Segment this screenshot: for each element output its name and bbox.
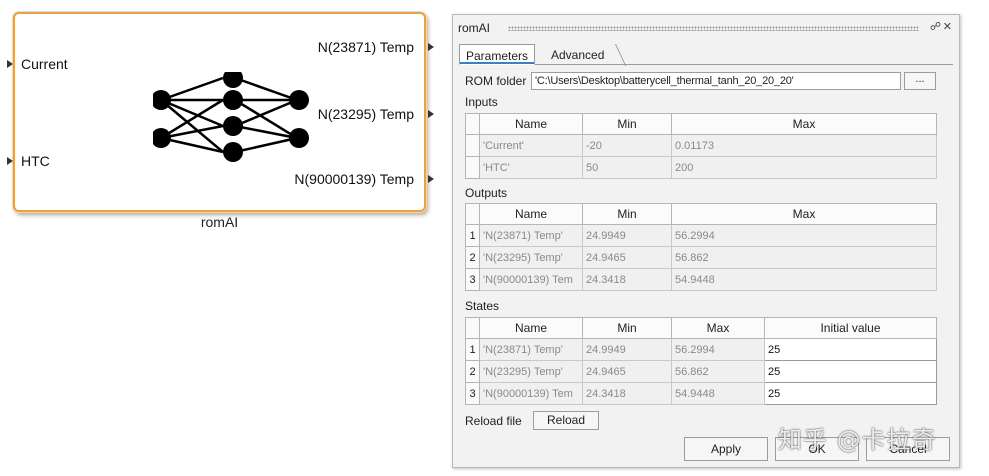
column-header-max: Max — [671, 203, 937, 225]
row-number — [465, 134, 480, 157]
row-number: 1 — [465, 224, 480, 247]
table-row: 1 'N(23871) Temp' 24.9949 56.2994 25 — [465, 338, 937, 361]
states-section-label: States — [465, 299, 500, 313]
initial-value-input[interactable]: 25 — [764, 382, 937, 405]
output-port-2[interactable] — [428, 110, 434, 118]
input-port-current[interactable] — [7, 60, 13, 68]
output-label-1: N(23871) Temp — [317, 39, 414, 55]
input-port-htc[interactable] — [7, 157, 13, 165]
reload-button[interactable]: Reload — [533, 411, 599, 430]
cell-min: 24.9949 — [582, 338, 672, 361]
table-row: 'Current' -20 0.01173 — [465, 134, 937, 157]
cell-name: 'N(23871) Temp' — [479, 224, 583, 247]
apply-button[interactable]: Apply — [684, 437, 768, 461]
rom-folder-input[interactable]: 'C:\Users\Desktop\batterycell_thermal_ta… — [531, 72, 901, 90]
output-label-3: N(90000139) Temp — [294, 171, 414, 187]
watermark-text: 知乎 @卡拉奇 — [778, 426, 937, 454]
close-icon[interactable]: ✕ — [943, 21, 952, 33]
cell-min: 50 — [582, 156, 672, 179]
output-label-2: N(23295) Temp — [317, 106, 414, 122]
column-header-name: Name — [479, 317, 583, 339]
screen: Current HTC N(23871) Temp N(23295) Temp … — [0, 0, 989, 476]
cell-max: 54.9448 — [671, 382, 765, 405]
cell-name: 'Current' — [479, 134, 583, 157]
tab-bar: Parameters Advanced — [459, 44, 953, 65]
table-row: 3 'N(90000139) Tem 24.3418 54.9448 — [465, 268, 937, 291]
output-port-1[interactable] — [428, 43, 434, 51]
table-row: 3 'N(90000139) Tem 24.3418 54.9448 25 — [465, 382, 937, 405]
neural-network-icon — [153, 72, 309, 162]
cell-name: 'N(90000139) Tem — [479, 382, 583, 405]
input-label-htc: HTC — [21, 153, 50, 169]
cell-max: 200 — [671, 156, 937, 179]
tab-advanced[interactable]: Advanced — [545, 44, 610, 65]
row-number: 3 — [465, 382, 480, 405]
column-header-min: Min — [582, 203, 672, 225]
block-name-label: romAI — [200, 214, 239, 230]
romai-dialog: romAI ☍ ✕ Parameters Advanced ROM folder… — [452, 14, 960, 468]
column-header-min: Min — [582, 317, 672, 339]
states-table: Name Min Max Initial value 1 'N(23871) T… — [465, 317, 937, 405]
table-corner — [465, 317, 480, 339]
row-number: 2 — [465, 246, 480, 269]
cell-name: 'N(23295) Temp' — [479, 360, 583, 383]
column-header-max: Max — [671, 113, 937, 135]
column-header-name: Name — [479, 113, 583, 135]
cell-max: 56.862 — [671, 360, 765, 383]
outputs-section-label: Outputs — [465, 186, 508, 200]
tab-parameters[interactable]: Parameters — [459, 44, 536, 65]
cell-max: 56.862 — [671, 246, 937, 269]
reload-file-label: Reload file — [465, 414, 522, 428]
output-port-3[interactable] — [428, 175, 434, 183]
cell-min: 24.9949 — [582, 224, 672, 247]
help-icon[interactable]: ☍ — [930, 21, 941, 33]
cell-min: 24.3418 — [582, 268, 672, 291]
cell-name: 'N(23295) Temp' — [479, 246, 583, 269]
cell-min: 24.9465 — [582, 246, 672, 269]
row-number: 2 — [465, 360, 480, 383]
outputs-table: Name Min Max 1 'N(23871) Temp' 24.9949 5… — [465, 203, 937, 291]
table-row: 2 'N(23295) Temp' 24.9465 56.862 — [465, 246, 937, 269]
column-header-min: Min — [582, 113, 672, 135]
column-header-max: Max — [671, 317, 765, 339]
dialog-titlebar[interactable]: romAI ☍ ✕ — [453, 15, 959, 37]
cell-min: 24.3418 — [582, 382, 672, 405]
initial-value-input[interactable]: 25 — [764, 338, 937, 361]
row-number: 3 — [465, 268, 480, 291]
cell-max: 56.2994 — [671, 338, 765, 361]
dialog-title: romAI — [458, 21, 491, 35]
table-corner — [465, 113, 480, 135]
column-header-initial-value: Initial value — [764, 317, 937, 339]
browse-button[interactable]: ... — [904, 72, 936, 90]
cell-name: 'N(90000139) Tem — [479, 268, 583, 291]
cell-max: 54.9448 — [671, 268, 937, 291]
inputs-table: Name Min Max 'Current' -20 0.01173 'HTC'… — [465, 113, 937, 179]
table-corner — [465, 203, 480, 225]
romai-block[interactable]: Current HTC N(23871) Temp N(23295) Temp … — [7, 12, 434, 212]
table-row: 'HTC' 50 200 — [465, 156, 937, 179]
cell-name: 'N(23871) Temp' — [479, 338, 583, 361]
cell-name: 'HTC' — [479, 156, 583, 179]
table-row: 1 'N(23871) Temp' 24.9949 56.2994 — [465, 224, 937, 247]
row-number: 1 — [465, 338, 480, 361]
drag-grip[interactable] — [508, 26, 919, 31]
inputs-section-label: Inputs — [465, 95, 498, 109]
row-number — [465, 156, 480, 179]
cell-min: -20 — [582, 134, 672, 157]
rom-folder-label: ROM folder — [465, 74, 527, 88]
cell-min: 24.9465 — [582, 360, 672, 383]
initial-value-input[interactable]: 25 — [764, 360, 937, 383]
input-label-current: Current — [21, 56, 68, 72]
table-row: 2 'N(23295) Temp' 24.9465 56.862 25 — [465, 360, 937, 383]
cell-max: 0.01173 — [671, 134, 937, 157]
column-header-name: Name — [479, 203, 583, 225]
cell-max: 56.2994 — [671, 224, 937, 247]
